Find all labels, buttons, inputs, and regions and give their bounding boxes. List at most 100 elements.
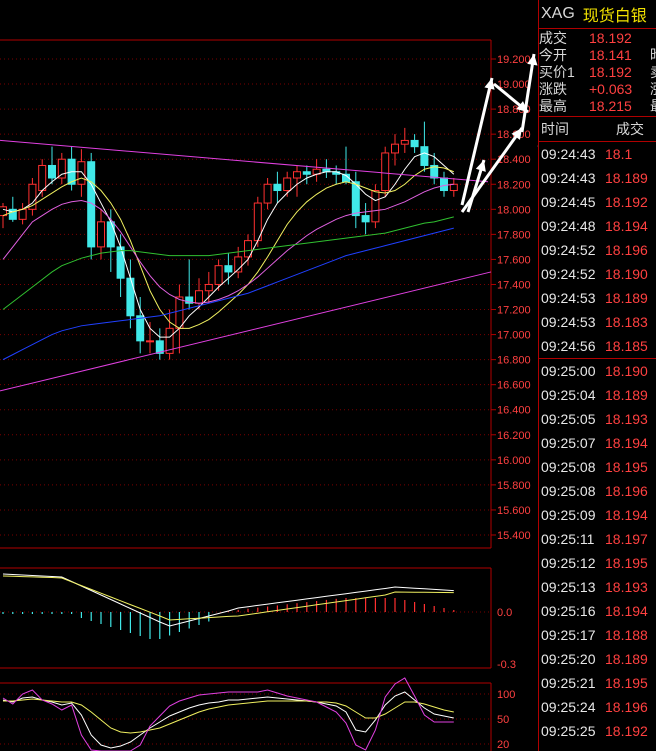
tick-row: 09:25:07 18.194 bbox=[539, 431, 656, 455]
tick-row: 09:25:09 18.194 bbox=[539, 503, 656, 527]
price-tick-label: 16.400 bbox=[497, 405, 531, 417]
tick-time: 09:24:53 bbox=[541, 314, 596, 330]
price-tick-label: 16.000 bbox=[497, 455, 531, 467]
tick-time: 09:24:53 bbox=[541, 290, 596, 306]
macd-tick-label: -0.3 bbox=[497, 659, 516, 671]
price-tick-label: 15.400 bbox=[497, 530, 531, 542]
candle-body bbox=[195, 290, 203, 304]
kdj-tick-label: 100 bbox=[497, 689, 515, 701]
price-tick-label: 18.000 bbox=[497, 204, 531, 216]
candle-body bbox=[175, 296, 184, 329]
tick-row: 09:25:08 18.196 bbox=[539, 479, 656, 503]
tick-price: 18.189 bbox=[605, 170, 648, 186]
tick-price: 18.194 bbox=[605, 218, 648, 234]
tick-price: 18.189 bbox=[605, 651, 648, 667]
candle-body bbox=[106, 221, 115, 248]
tick-row: 09:25:05 18.193 bbox=[539, 407, 656, 431]
tick-row: 09:24:52 18.190 bbox=[539, 262, 656, 286]
tick-time: 09:24:45 bbox=[541, 194, 596, 210]
candle-body bbox=[420, 146, 429, 166]
price-tick-label: 19.200 bbox=[497, 54, 531, 66]
candle-body bbox=[204, 283, 213, 292]
price-tick-label: 17.200 bbox=[497, 305, 531, 317]
tick-price: 18.194 bbox=[605, 603, 648, 619]
tick-row: 09:24:43 18.189 bbox=[539, 166, 656, 190]
tick-time: 09:25:20 bbox=[541, 651, 596, 667]
candle-body bbox=[410, 139, 419, 148]
candle-body bbox=[18, 208, 27, 220]
candle-body bbox=[361, 215, 370, 223]
candle-body bbox=[146, 340, 154, 343]
candle-body bbox=[224, 265, 233, 273]
price-tick-label: 16.200 bbox=[497, 430, 531, 442]
price-tick-label: 17.000 bbox=[497, 330, 531, 342]
tick-price: 18.190 bbox=[605, 266, 648, 282]
quote-row: 买价118.192卖 bbox=[539, 63, 656, 80]
tick-time: 09:25:12 bbox=[541, 555, 596, 571]
candle-body bbox=[283, 177, 292, 192]
tick-time: 09:24:52 bbox=[541, 266, 596, 282]
tick-price: 18.188 bbox=[605, 627, 648, 643]
candle-body bbox=[48, 164, 56, 179]
tick-price: 18.190 bbox=[605, 363, 648, 379]
tick-time: 09:24:43 bbox=[541, 170, 596, 186]
quote-row: 最高 18.215 最 bbox=[539, 97, 656, 114]
price-tick-label: 16.800 bbox=[497, 355, 531, 367]
tick-row: 09:24:45 18.192 bbox=[539, 190, 656, 214]
quote-label: 最高 bbox=[539, 97, 567, 114]
quote-value: 18.215 bbox=[589, 97, 632, 114]
tick-time: 09:25:08 bbox=[541, 483, 596, 499]
tick-time: 09:25:17 bbox=[541, 627, 596, 643]
tick-price: 18.197 bbox=[605, 531, 648, 547]
quote-value: +0.063 bbox=[589, 80, 633, 97]
tick-row: 09:24:53 18.183 bbox=[539, 310, 656, 334]
candle-body bbox=[371, 190, 380, 223]
quote-value: 18.192 bbox=[589, 29, 632, 46]
chart-area[interactable]: 19.20019.00018.80018.60018.40018.20018.0… bbox=[0, 0, 538, 751]
kdj-tick-label: 20 bbox=[497, 739, 509, 751]
tick-row: 09:25:24 18.196 bbox=[539, 695, 656, 719]
candle-body bbox=[263, 183, 272, 204]
quote-row: 成交 18.192 bbox=[539, 29, 656, 46]
symbol-code: XAG bbox=[541, 5, 575, 22]
tick-row: 09:24:48 18.194 bbox=[539, 214, 656, 238]
candle-body bbox=[449, 183, 458, 192]
tick-row: 09:24:53 18.189 bbox=[539, 286, 656, 310]
candle-body bbox=[400, 139, 409, 145]
tick-time: 09:25:24 bbox=[541, 699, 596, 715]
macd-tick-label: 0.0 bbox=[497, 607, 512, 619]
symbol-name: 现货白银 bbox=[582, 8, 647, 25]
price-tick-label: 17.800 bbox=[497, 229, 531, 241]
tick-price: 18.193 bbox=[605, 411, 648, 427]
tick-price: 18.185 bbox=[605, 338, 648, 354]
ticks-header-volume: 成交 bbox=[616, 121, 644, 137]
tick-time: 09:25:08 bbox=[541, 459, 596, 475]
tick-row: 09:25:08 18.195 bbox=[539, 455, 656, 479]
price-chart[interactable]: 19.20019.00018.80018.60018.40018.20018.0… bbox=[0, 0, 538, 751]
tick-time: 09:25:05 bbox=[541, 411, 596, 427]
kdj-j-line bbox=[2, 677, 454, 751]
tick-time: 09:25:13 bbox=[541, 579, 596, 595]
tick-time: 09:25:11 bbox=[541, 531, 595, 547]
tick-price: 18.192 bbox=[605, 194, 648, 210]
price-tick-label: 16.600 bbox=[497, 380, 531, 392]
tick-time: 09:25:09 bbox=[541, 507, 596, 523]
quote-extra: 最 bbox=[650, 96, 656, 116]
tick-time: 09:24:43 bbox=[541, 146, 596, 162]
candle-body bbox=[302, 171, 311, 175]
tick-row: 09:24:52 18.196 bbox=[539, 238, 656, 262]
kdj-tick-label: 50 bbox=[497, 714, 509, 726]
candle-body bbox=[293, 171, 301, 179]
tick-list[interactable]: 09:24:43 18.1 09:24:43 18.189 09:24:45 18.192… bbox=[539, 142, 656, 743]
tick-row: 09:25:11 18.197 bbox=[539, 527, 656, 551]
tick-row: 09:24:43 18.1 bbox=[539, 142, 656, 166]
tick-price: 18.195 bbox=[605, 555, 648, 571]
tick-row: 09:25:00 18.190 bbox=[539, 358, 656, 383]
tick-price: 18.196 bbox=[605, 483, 648, 499]
tick-price: 18.194 bbox=[605, 435, 648, 451]
tick-price: 18.192 bbox=[605, 723, 648, 739]
symbol-header: XAG 现货白银 bbox=[539, 0, 656, 29]
moving-average-line bbox=[2, 183, 454, 304]
tick-row: 09:25:13 18.193 bbox=[539, 575, 656, 599]
quote-panel: XAG 现货白银 成交18.192今开18.141昨买价118.192卖涨跌+0… bbox=[538, 0, 656, 751]
